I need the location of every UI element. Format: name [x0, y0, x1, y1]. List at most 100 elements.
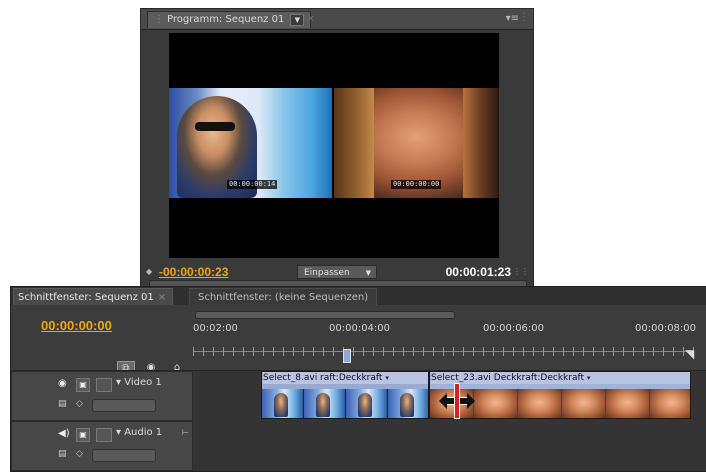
end-marker-icon: ◥ — [685, 347, 695, 361]
eye-icon[interactable]: ◉ — [58, 378, 72, 390]
clip-thumbnails — [262, 389, 428, 418]
expand-triangle-icon: ▾ — [116, 377, 125, 388]
clip-label: Select_8.avi raft:Deckkraft ▾ — [263, 372, 428, 384]
ruler-tick — [463, 347, 464, 356]
ruler-tick — [603, 347, 604, 356]
ruler-scale — [193, 339, 694, 361]
ruler-tick — [213, 347, 214, 356]
clip-select-8[interactable]: Select_8.avi raft:Deckkraft ▾ — [261, 371, 429, 419]
overlay-timecode-left: 00:00:00:14 — [227, 180, 278, 189]
ruler-tick — [393, 347, 394, 356]
video-frame-right: 00:00:00:00 — [334, 88, 499, 198]
program-current-time[interactable]: -00:00:00:23 — [159, 265, 228, 279]
thumbnail — [262, 389, 304, 418]
ruler-tick — [573, 347, 574, 356]
timeline-zoom-scrollbar[interactable] — [195, 311, 455, 319]
ruler-tick — [483, 347, 484, 356]
ruler-tick — [583, 347, 584, 356]
trim-cursor-icon — [439, 383, 475, 419]
ruler-tick — [373, 347, 374, 356]
keyframe-icon[interactable]: ◇ — [76, 399, 86, 411]
thumbnail — [518, 389, 562, 418]
keyframe-navigator[interactable] — [92, 399, 156, 412]
playhead-handle[interactable] — [343, 349, 351, 363]
track-lock-toggle[interactable] — [96, 378, 112, 392]
ruler-label: 00:02:00 — [193, 323, 238, 334]
chevron-down-icon[interactable]: ▾ — [385, 374, 389, 382]
sync-lock-icon[interactable]: ▣ — [76, 378, 90, 392]
close-icon[interactable]: × — [158, 292, 166, 303]
ruler-tick — [353, 347, 354, 356]
ruler-tick — [673, 347, 674, 356]
hair-left-shape — [334, 88, 374, 198]
audio-header-grip-icon: ⊢ — [182, 428, 189, 437]
program-tab-bar: ⋮ Programm: Sequenz 01 ▼ × ▾≡ ⋮ — [141, 9, 533, 30]
ruler-tick — [503, 347, 504, 356]
tab-timeline-sequenz-01[interactable]: Schnittfenster: Sequenz 01 × — [13, 288, 174, 306]
tab-program-label: Programm: Sequenz 01 — [167, 14, 285, 25]
ruler-tick — [323, 347, 324, 356]
sequence-dropdown-icon[interactable]: ▼ — [290, 14, 305, 26]
trim-edit-line — [454, 383, 460, 419]
ruler-tick — [623, 347, 624, 356]
time-ruler[interactable]: 00:02:00 00:00:04:00 00:00:06:00 00:00:0… — [193, 305, 706, 371]
speaker-icon[interactable]: ◀) — [58, 428, 72, 440]
ruler-tick — [243, 347, 244, 356]
ruler-tick — [663, 347, 664, 356]
sunglasses-shape — [195, 122, 235, 131]
ruler-tick — [633, 347, 634, 356]
ruler-tick — [543, 347, 544, 356]
expand-triangle-icon: ▾ — [116, 427, 125, 438]
timeline-current-time[interactable]: 00:00:00:00 — [41, 318, 112, 333]
ruler-tick — [273, 347, 274, 356]
display-style-icon[interactable]: ▤ — [58, 449, 72, 461]
ruler-tick — [513, 347, 514, 356]
program-monitor-panel: ⋮ Programm: Sequenz 01 ▼ × ▾≡ ⋮ 00:00:00:1… — [140, 8, 534, 290]
ruler-tick — [493, 347, 494, 356]
ruler-tick — [473, 347, 474, 356]
overlay-timecode-right: 00:00:00:00 — [391, 180, 442, 189]
tab-program-monitor[interactable]: ⋮ Programm: Sequenz 01 ▼ — [147, 11, 312, 28]
video-track-area[interactable]: Select_8.avi raft:Deckkraft ▾ Select_23.… — [193, 371, 706, 421]
timeline-tab-bar: Schnittfenster: Sequenz 01 × Schnittfenst… — [11, 287, 706, 306]
audio-track-label: Audio 1 — [124, 427, 163, 438]
ruler-tick — [453, 347, 454, 356]
ruler-tick — [563, 347, 564, 356]
keyframe-navigator[interactable] — [92, 449, 156, 462]
ruler-label: 00:00:06:00 — [483, 323, 545, 334]
ruler-tick — [653, 347, 654, 356]
audio-track-area[interactable] — [193, 421, 706, 471]
clip-label-text: Select_23.avi Deckkraft:Deckkraft — [431, 373, 584, 383]
hair-right-shape — [463, 88, 499, 198]
ruler-tick — [433, 347, 434, 356]
keyframe-icon[interactable]: ◇ — [76, 449, 86, 461]
ruler-tick — [643, 347, 644, 356]
panel-menu-icon[interactable]: ▾≡ — [506, 13, 519, 24]
thumbnail — [304, 389, 346, 418]
ruler-tick — [303, 347, 304, 356]
display-style-icon[interactable]: ▤ — [58, 399, 72, 411]
ruler-tick — [383, 347, 384, 356]
video-track-name[interactable]: ▾ Video 1 — [116, 377, 162, 388]
audio-track-name[interactable]: ▾ Audio 1 — [116, 427, 162, 438]
tab-close-icon[interactable]: × — [307, 14, 315, 24]
ruler-tick — [293, 347, 294, 356]
ruler-tick — [423, 347, 424, 356]
fit-dropdown[interactable]: Einpassen ▼ — [297, 265, 377, 279]
thumbnail — [650, 389, 690, 418]
video-track-label: Video 1 — [124, 377, 162, 388]
tab-timeline-label: Schnittfenster: Sequenz 01 — [18, 292, 154, 303]
ruler-tick — [233, 347, 234, 356]
chevron-down-icon[interactable]: ▾ — [587, 374, 591, 382]
ruler-tick — [413, 347, 414, 356]
panel-grip-icon: ⋮ — [154, 14, 164, 25]
tab-timeline-empty[interactable]: Schnittfenster: (keine Sequenzen) — [189, 288, 378, 306]
ruler-tick — [333, 347, 334, 356]
track-lock-toggle[interactable] — [96, 428, 112, 442]
tab-timeline-empty-label: Schnittfenster: (keine Sequenzen) — [198, 292, 369, 303]
ruler-tick — [203, 347, 204, 356]
ruler-label: 00:00:08:00 — [635, 323, 697, 334]
thumbnail — [346, 389, 388, 418]
thumbnail — [474, 389, 518, 418]
sync-lock-icon[interactable]: ▣ — [76, 428, 90, 442]
